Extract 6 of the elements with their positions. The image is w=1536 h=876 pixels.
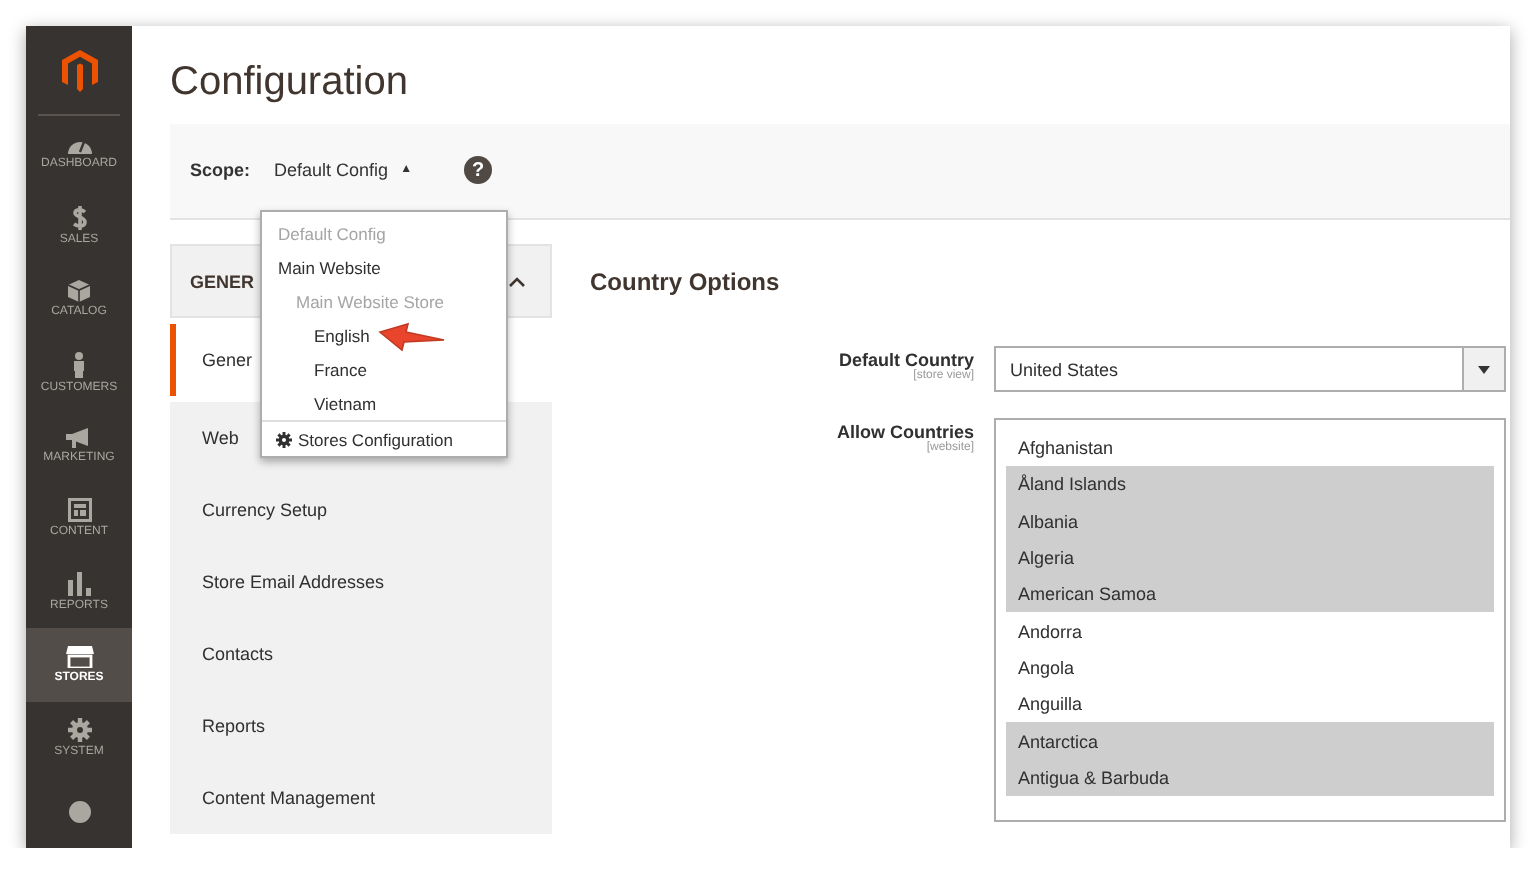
section-header-title: GENER <box>190 271 255 291</box>
field-label: Allow Countries <box>836 422 974 442</box>
page-title: Configuration <box>170 60 410 108</box>
field-label: Default Country <box>839 350 974 370</box>
section-title: Country Options <box>590 268 782 296</box>
scope-label: Scope: <box>190 160 251 181</box>
